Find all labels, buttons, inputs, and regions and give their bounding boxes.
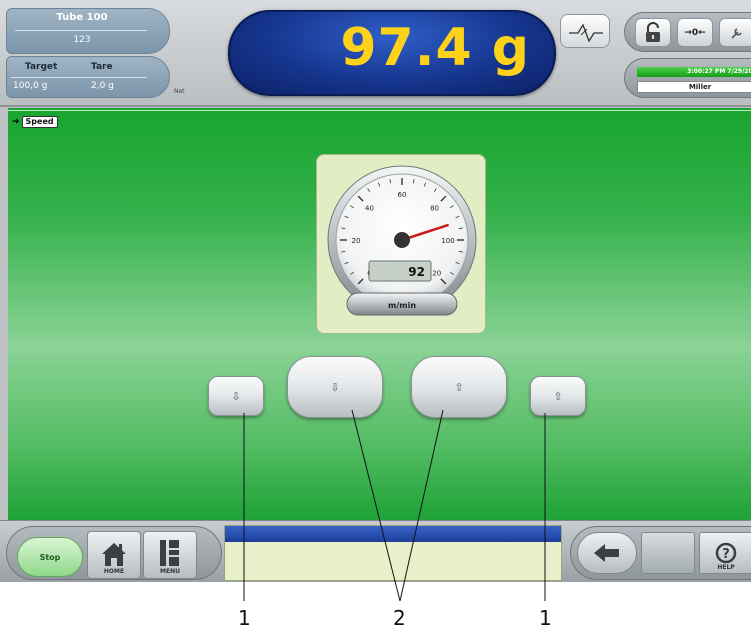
application-area: ➜ Speed 020406 xyxy=(8,108,751,520)
mode-button[interactable] xyxy=(560,14,610,48)
status-panel: 3:00:27 PM 7/29/2011 Miller xyxy=(624,58,751,98)
datetime-display: 3:00:27 PM 7/29/2011 xyxy=(637,67,751,77)
blank-button[interactable] xyxy=(641,532,695,574)
arrow-up-icon: ⇧ xyxy=(553,389,563,403)
weight-display: 97.4 g xyxy=(228,10,556,96)
callout-number: 1 xyxy=(238,606,251,630)
divider xyxy=(8,110,751,111)
message-bar xyxy=(225,526,561,542)
gauge-tick-label: 20 xyxy=(352,237,361,245)
unlock-button[interactable] xyxy=(635,18,671,47)
callout-number: 1 xyxy=(539,606,552,630)
menu-label: MENU xyxy=(160,568,180,575)
arrow-left-icon xyxy=(594,544,619,562)
product-info[interactable]: Tube 100 123 xyxy=(6,8,170,54)
net-label: Net xyxy=(174,88,185,95)
gauge-unit: m/min xyxy=(388,301,416,310)
zero-button[interactable]: →0← xyxy=(677,18,713,47)
menu-button[interactable]: MENU xyxy=(143,531,197,579)
home-icon xyxy=(102,543,126,566)
speedometer: 020406080100120 92 m/min xyxy=(327,165,477,316)
gauge-hub xyxy=(394,232,410,248)
signal-wave-icon xyxy=(569,23,603,43)
user-display: Miller xyxy=(637,81,751,93)
target-label: Target xyxy=(25,62,58,72)
speed-gauge-panel: 020406080100120 92 m/min xyxy=(316,154,486,334)
arrow-down-icon: ⇩ xyxy=(330,380,340,394)
message-area xyxy=(224,525,562,581)
more-button[interactable] xyxy=(719,18,751,47)
terminal-screen: Tube 100 123 Target Tare 100,0 g 2,0 g N… xyxy=(0,0,751,582)
tare-value: 2,0 g xyxy=(91,81,114,91)
slow-up-button[interactable]: ⇧ xyxy=(530,376,586,416)
nav-group-right: ? HELP xyxy=(570,526,751,580)
target-value: 100,0 g xyxy=(13,81,48,91)
target-tare-info[interactable]: Target Tare 100,0 g 2,0 g xyxy=(6,56,170,98)
arrow-up-icon: ⇧ xyxy=(454,380,464,394)
help-label: HELP xyxy=(717,564,735,571)
svg-text:?: ? xyxy=(722,547,730,562)
home-label: HOME xyxy=(103,568,125,575)
weight-value: 97.4 g xyxy=(340,18,530,78)
home-button[interactable]: HOME xyxy=(87,531,141,579)
help-button[interactable]: ? HELP xyxy=(699,532,751,574)
header-bar: Tube 100 123 Target Tare 100,0 g 2,0 g N… xyxy=(0,0,751,107)
callout-number: 2 xyxy=(393,606,406,630)
divider xyxy=(15,30,147,31)
footer-bar: Stop HOME MENU ? HELP xyxy=(0,520,751,582)
slow-down-button[interactable]: ⇩ xyxy=(208,376,264,416)
arrow-down-icon: ⇩ xyxy=(231,389,241,403)
up-button[interactable]: ⇧ xyxy=(411,356,507,418)
help-icon: ? xyxy=(715,542,737,564)
speed-label: ➜ Speed xyxy=(12,116,58,128)
nav-group: Stop HOME MENU xyxy=(6,526,222,580)
down-button[interactable]: ⇩ xyxy=(287,356,383,418)
gauge-tick-label: 60 xyxy=(398,191,407,199)
back-button[interactable] xyxy=(577,532,637,574)
product-id: 123 xyxy=(73,35,91,45)
padlock-open-icon xyxy=(646,21,660,42)
function-keys: →0← xyxy=(624,12,751,52)
product-name: Tube 100 xyxy=(56,12,108,23)
tare-label: Tare xyxy=(91,62,113,72)
gauge-tick-label: 80 xyxy=(430,204,439,212)
arrow-right-icon: ➜ xyxy=(12,117,20,127)
gauge-readout: 92 xyxy=(408,265,425,279)
tool-icon xyxy=(731,27,742,39)
divider xyxy=(11,77,147,78)
speed-label-text: Speed xyxy=(21,116,58,128)
stop-button[interactable]: Stop xyxy=(17,537,83,577)
gauge-tick-label: 100 xyxy=(441,237,454,245)
gauge-tick-label: 40 xyxy=(365,204,374,212)
menu-icon xyxy=(160,540,179,566)
